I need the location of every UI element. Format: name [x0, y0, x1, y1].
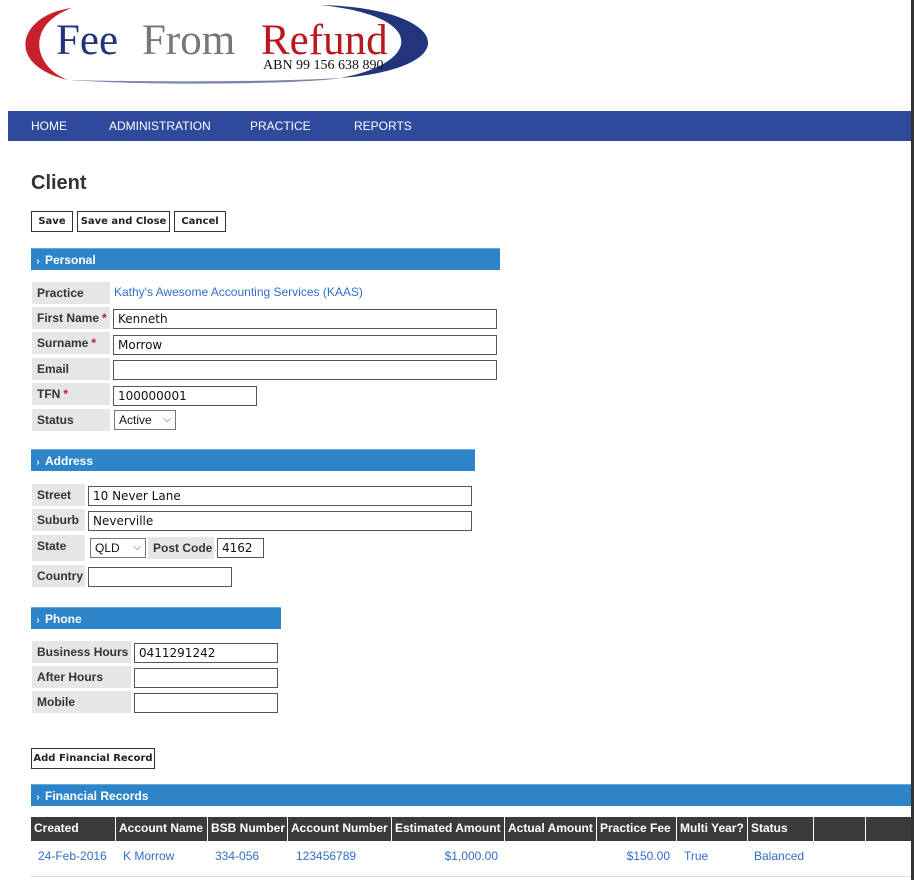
business-hours-label-text: Business Hours — [37, 645, 129, 659]
nav-home[interactable]: HOME — [31, 111, 67, 141]
email-label-text: Email — [37, 362, 70, 376]
suburb-label-text: Suburb — [37, 513, 79, 527]
column-header-actual-amount[interactable]: Actual Amount — [505, 817, 596, 841]
status-label-text: Status — [37, 413, 74, 427]
suburb-label: Suburb — [32, 509, 85, 531]
section-financial-records[interactable]: › Financial Records — [31, 784, 911, 806]
cell-status[interactable]: Balanced — [754, 846, 804, 866]
chevron-right-icon: › — [36, 256, 40, 267]
save-and-close-button[interactable]: Save and Close — [77, 211, 170, 232]
chevron-right-icon: › — [36, 457, 40, 468]
practice-label: Practice — [32, 282, 110, 304]
nav-administration[interactable]: ADMINISTRATION — [109, 111, 211, 141]
postcode-label-text: Post Code — [153, 541, 213, 555]
column-header-created[interactable]: Created — [31, 817, 115, 841]
practice-label-text: Practice — [37, 286, 84, 300]
business-hours-input[interactable]: 0411291242 — [134, 643, 278, 663]
first-name-input[interactable]: Kenneth — [113, 309, 497, 329]
page-title: Client — [31, 172, 87, 194]
state-select[interactable]: QLD ⌵ — [90, 538, 146, 558]
left-frame — [0, 0, 8, 880]
tfn-label-text: TFN — [37, 387, 61, 401]
column-header-bsb-number[interactable]: BSB Number — [208, 817, 287, 841]
tfn-input[interactable]: 100000001 — [113, 386, 257, 406]
state-label: State — [32, 535, 85, 561]
cell-account-name[interactable]: K Morrow — [123, 846, 174, 866]
column-header-action-2 — [866, 817, 911, 841]
state-label-text: State — [37, 539, 67, 553]
chevron-right-icon: › — [36, 615, 40, 626]
main-nav: HOME ADMINISTRATION PRACTICE REPORTS — [8, 111, 911, 141]
suburb-input[interactable]: Neverville — [88, 511, 472, 531]
tfn-label: TFN * — [32, 383, 110, 405]
cell-estimated-amount[interactable]: $1,000.00 — [392, 846, 498, 866]
column-header-practice-fee[interactable]: Practice Fee — [597, 817, 676, 841]
column-header-multi-year[interactable]: Multi Year? — [677, 817, 747, 841]
street-label-text: Street — [37, 488, 72, 502]
save-button[interactable]: Save — [31, 211, 73, 232]
cell-actual-amount[interactable] — [505, 846, 591, 866]
country-label-text: Country — [37, 569, 83, 583]
email-label: Email — [32, 358, 110, 380]
surname-label: Surname * — [32, 332, 110, 354]
logo-word-fee: Fee — [56, 17, 119, 64]
street-input[interactable]: 10 Never Lane — [88, 486, 472, 506]
column-header-action-1 — [814, 817, 865, 841]
section-address-title: Address — [45, 454, 94, 468]
mobile-label-text: Mobile — [37, 695, 75, 709]
add-financial-record-button[interactable]: Add Financial Record — [31, 748, 155, 769]
after-hours-input[interactable] — [134, 668, 278, 688]
logo-abn: ABN 99 156 638 890 — [263, 58, 384, 73]
section-personal-title: Personal — [45, 253, 96, 267]
cancel-button[interactable]: Cancel — [174, 211, 226, 232]
cell-multi-year[interactable]: True — [684, 846, 708, 866]
email-input[interactable] — [113, 360, 497, 380]
street-label: Street — [32, 484, 85, 506]
section-phone[interactable]: › Phone — [31, 607, 281, 629]
column-header-account-name[interactable]: Account Name — [116, 817, 207, 841]
status-label: Status — [32, 409, 110, 431]
state-select-value: QLD — [95, 541, 120, 555]
first-name-label-text: First Name — [37, 311, 100, 325]
surname-input[interactable]: Morrow — [113, 335, 497, 355]
cell-account-number[interactable]: 123456789 — [296, 846, 356, 866]
after-hours-label: After Hours — [32, 666, 131, 688]
practice-link[interactable]: Kathy's Awesome Accounting Services (KAA… — [114, 285, 363, 299]
section-financial-title: Financial Records — [45, 789, 149, 803]
chevron-down-icon: ⌵ — [133, 542, 141, 553]
nav-practice[interactable]: PRACTICE — [250, 111, 311, 141]
postcode-label: Post Code — [148, 537, 214, 559]
surname-label-text: Surname — [37, 336, 89, 350]
first-name-label: First Name * — [32, 307, 110, 329]
country-label: Country — [32, 565, 85, 587]
business-hours-label: Business Hours — [32, 641, 131, 663]
cell-bsb-number[interactable]: 334-056 — [215, 846, 259, 866]
required-mark: * — [63, 387, 68, 401]
status-select-value: Active — [119, 413, 152, 427]
company-logo[interactable]: Fee From Refund ABN 99 156 638 890 — [10, 2, 450, 84]
required-mark: * — [91, 336, 97, 350]
cell-created[interactable]: 24-Feb-2016 — [38, 846, 107, 866]
column-header-estimated-amount[interactable]: Estimated Amount — [392, 817, 504, 841]
postcode-input[interactable]: 4162 — [217, 538, 264, 558]
nav-reports[interactable]: REPORTS — [354, 111, 412, 141]
section-address[interactable]: › Address — [31, 449, 475, 471]
cell-practice-fee[interactable]: $150.00 — [597, 846, 670, 866]
mobile-input[interactable] — [134, 693, 278, 713]
chevron-right-icon: › — [36, 792, 40, 803]
column-header-account-number[interactable]: Account Number — [288, 817, 391, 841]
mobile-label: Mobile — [32, 691, 131, 713]
status-select[interactable]: Active ⌵ — [114, 410, 176, 430]
section-personal[interactable]: › Personal — [31, 248, 500, 270]
after-hours-label-text: After Hours — [37, 670, 104, 684]
column-header-status[interactable]: Status — [748, 817, 813, 841]
logo-word-from: From — [142, 17, 236, 64]
row-divider — [31, 876, 911, 877]
section-phone-title: Phone — [45, 612, 82, 626]
required-mark: * — [102, 311, 107, 325]
chevron-down-icon: ⌵ — [163, 414, 171, 425]
country-input[interactable] — [88, 567, 232, 587]
